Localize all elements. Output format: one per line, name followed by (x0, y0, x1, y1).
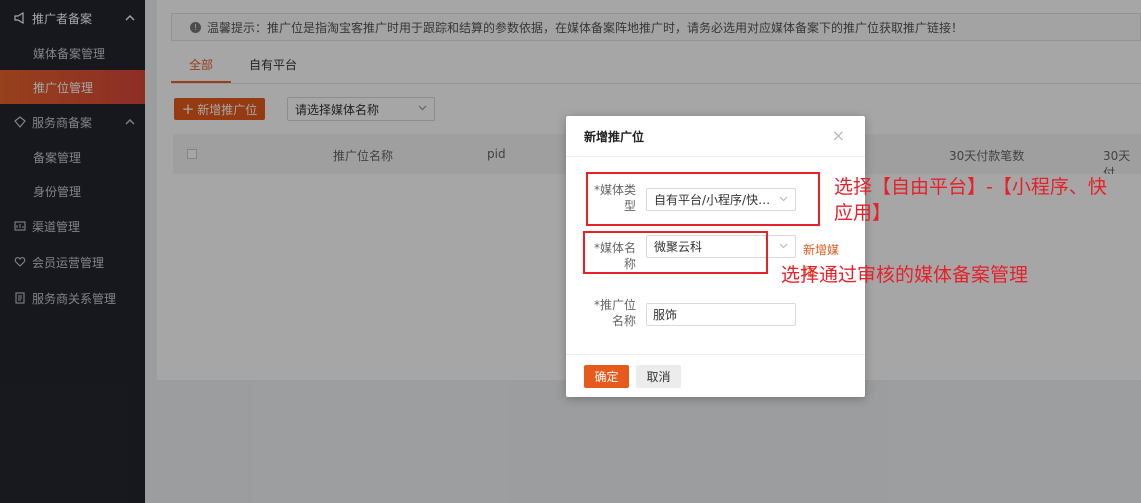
close-icon[interactable]: × (832, 126, 845, 145)
position-name-input[interactable]: 服饰 (646, 303, 796, 326)
chevron-down-icon (779, 242, 788, 252)
divider (566, 354, 865, 355)
dialog-title: 新增推广位 (584, 130, 645, 144)
divider (566, 156, 865, 157)
confirm-button[interactable]: 确定 (584, 365, 629, 388)
cancel-button[interactable]: 取消 (636, 365, 681, 388)
position-name-value: 服饰 (653, 308, 678, 322)
annotation-media-name: 选择通过审核的媒体备案管理 (781, 264, 1029, 286)
highlight-box-media-name (583, 231, 768, 274)
highlight-box-media-type (586, 172, 820, 226)
annotation-media-type: 选择【自由平台】-【小程序、快应用】 (834, 176, 1107, 224)
position-name-label: *推广位名称 (593, 298, 636, 328)
